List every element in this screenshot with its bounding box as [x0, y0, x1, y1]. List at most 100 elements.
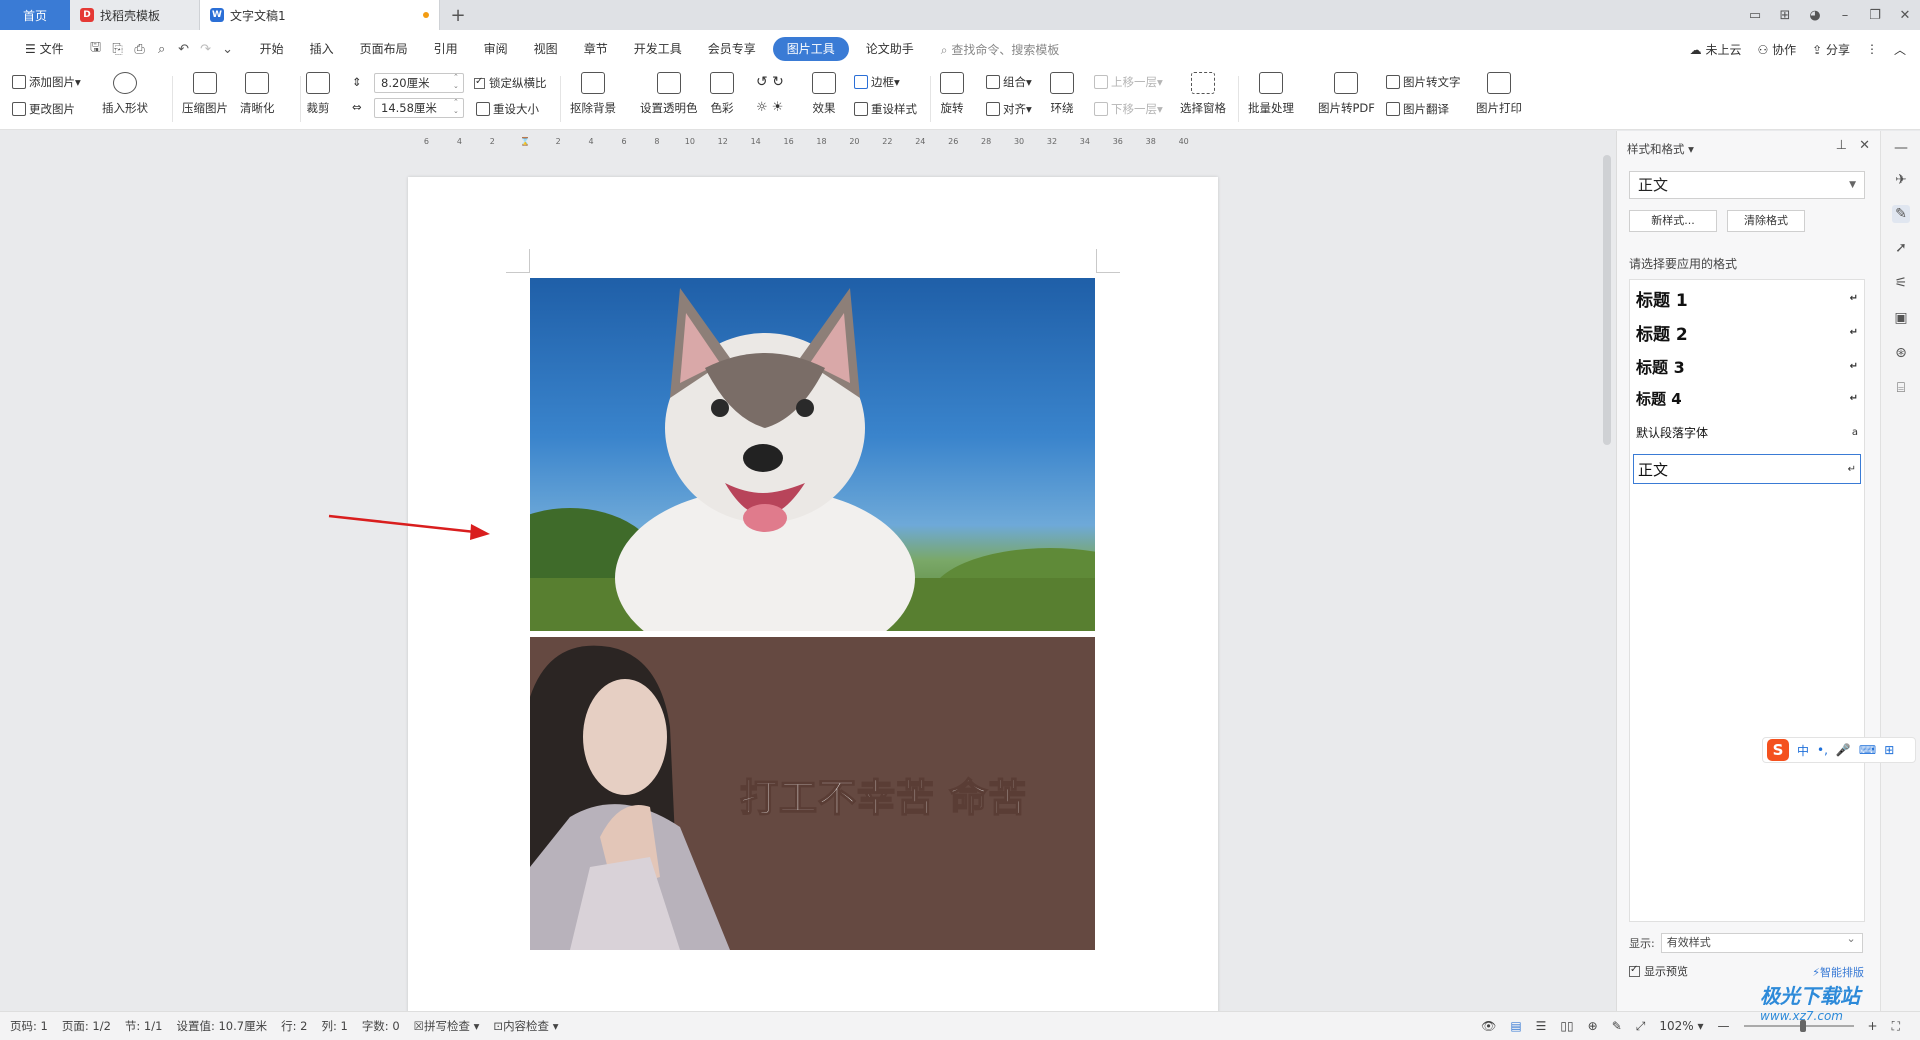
gallery-icon[interactable]: ▣: [1892, 309, 1910, 327]
close-window-button[interactable]: ✕: [1890, 8, 1920, 23]
compress-button[interactable]: 压缩图片: [182, 72, 228, 116]
style-heading-4[interactable]: 标题 4 ↵: [1636, 388, 1858, 409]
style-heading-1[interactable]: 标题 1 ↵: [1636, 286, 1858, 311]
bring-forward-button[interactable]: 上移一层 ▾: [1094, 74, 1163, 90]
share-button[interactable]: ⇪ 分享: [1812, 41, 1850, 58]
customize-chevron-icon[interactable]: ⌄: [217, 42, 239, 57]
export-pdf-icon[interactable]: ⎘: [107, 42, 129, 57]
to-text-button[interactable]: 图片转文字: [1386, 74, 1461, 90]
portrait-meme-image[interactable]: 打工不幸苦 命苦: [530, 637, 1095, 950]
batch-button[interactable]: 批量处理: [1248, 72, 1294, 116]
redo-icon[interactable]: ↷: [195, 42, 217, 57]
style-brush-icon[interactable]: ✎: [1892, 205, 1910, 223]
web-view-icon[interactable]: ⊕: [1588, 1019, 1598, 1033]
picture-print-button[interactable]: 图片打印: [1476, 72, 1522, 116]
select-cursor-icon[interactable]: ➚: [1892, 239, 1910, 257]
reset-style-button[interactable]: 重设样式: [854, 101, 917, 117]
zoom-in-button[interactable]: +: [1868, 1019, 1878, 1033]
show-select[interactable]: 有效样式: [1660, 930, 1863, 953]
menu-start[interactable]: 开始: [247, 37, 297, 61]
mic-icon[interactable]: 🎤: [1836, 743, 1851, 757]
status-setting[interactable]: 设置值: 10.7厘米: [176, 1018, 267, 1034]
scrollbar-thumb[interactable]: [1603, 155, 1611, 445]
ime-punct[interactable]: •,: [1817, 743, 1828, 757]
border-button[interactable]: 边框 ▾: [854, 74, 900, 90]
menu-view[interactable]: 视图: [521, 37, 571, 61]
menu-member[interactable]: 会员专享: [695, 37, 769, 61]
sharpen-button[interactable]: 清晰化: [240, 72, 275, 116]
status-page-code[interactable]: 页码: 1: [10, 1018, 48, 1034]
fit-page-icon[interactable]: ⤢: [1636, 1019, 1646, 1034]
compass-icon[interactable]: ⊛: [1892, 344, 1910, 362]
print-icon[interactable]: ⎙: [129, 42, 151, 57]
menu-page-layout[interactable]: 页面布局: [347, 37, 421, 61]
style-heading-2[interactable]: 标题 2 ↵: [1636, 320, 1858, 345]
new-style-button[interactable]: 新样式...: [1629, 210, 1717, 232]
cloud-status[interactable]: ☁ 未上云: [1690, 41, 1742, 58]
translate-button[interactable]: 图片翻译: [1386, 101, 1449, 117]
menu-picture-tools[interactable]: 图片工具: [772, 37, 849, 61]
husky-puppy-image[interactable]: [530, 278, 1095, 631]
restore-button[interactable]: ❐: [1860, 8, 1890, 23]
current-style-select[interactable]: 正文 ▼: [1629, 171, 1865, 199]
apps-grid-icon[interactable]: ⊞: [1770, 8, 1800, 23]
print-preview-icon[interactable]: ⌕: [151, 42, 173, 57]
status-row[interactable]: 行: 2: [281, 1018, 307, 1034]
horizontal-ruler[interactable]: 6 4 2 ⌛ 2 4 6 8 10 12 14 16 18 20 22 24 …: [410, 133, 1200, 149]
brightness-icon[interactable]: ☼ ☀: [756, 100, 783, 115]
status-section[interactable]: 节: 1/1: [125, 1018, 163, 1034]
to-pdf-button[interactable]: 图片转PDF: [1318, 72, 1375, 116]
menu-section[interactable]: 章节: [571, 37, 621, 61]
height-input[interactable]: 14.58厘米: [374, 98, 464, 118]
collapse-ribbon-icon[interactable]: ︿: [1894, 41, 1906, 58]
tab-document[interactable]: W 文字文稿1: [200, 0, 440, 30]
vertical-scrollbar[interactable]: [1601, 135, 1613, 1005]
wrap-button[interactable]: 环绕: [1050, 72, 1074, 116]
ruler-indent-marker[interactable]: ⌛: [509, 137, 542, 146]
style-heading-3[interactable]: 标题 3 ↵: [1636, 354, 1858, 378]
smart-layout-link[interactable]: ⚡智能排版: [1812, 964, 1864, 980]
crop-button[interactable]: 裁剪: [306, 72, 330, 116]
menu-references[interactable]: 引用: [421, 37, 471, 61]
show-preview-checkbox[interactable]: 显示预览: [1629, 963, 1688, 979]
menu-file[interactable]: ☰ 文件: [12, 37, 77, 61]
apps-icon[interactable]: ⊞: [1884, 743, 1894, 757]
minimize-button[interactable]: –: [1830, 8, 1860, 23]
panel-title[interactable]: 样式和格式 ▾: [1627, 141, 1694, 157]
change-picture-button[interactable]: 更改图片: [12, 101, 75, 117]
adjust-icon[interactable]: ⚟: [1892, 274, 1910, 292]
add-picture-button[interactable]: 添加图片 ▾: [12, 74, 81, 90]
style-default-font[interactable]: 默认段落字体 a: [1636, 424, 1858, 441]
panel-close-icon[interactable]: ✕: [1859, 138, 1870, 153]
remove-bg-button[interactable]: 抠除背景: [570, 72, 616, 116]
rotate-button[interactable]: 旋转: [940, 72, 964, 116]
set-transparent-button[interactable]: 设置透明色: [640, 72, 698, 116]
zoom-out-button[interactable]: —: [1718, 1019, 1730, 1033]
book-icon[interactable]: ⌸: [1892, 379, 1910, 397]
lock-ratio-checkbox[interactable]: 锁定纵横比: [474, 75, 547, 91]
new-tab-button[interactable]: +: [440, 0, 476, 30]
effects-button[interactable]: 效果: [812, 72, 836, 116]
menu-paper-assistant[interactable]: 论文助手: [853, 37, 927, 61]
group-button[interactable]: 组合 ▾: [986, 74, 1032, 90]
write-mode-icon[interactable]: ✎: [1612, 1019, 1622, 1033]
page-view-icon[interactable]: ▤: [1510, 1019, 1521, 1033]
menu-insert[interactable]: 插入: [297, 37, 347, 61]
style-body-text[interactable]: 正文 ↵: [1633, 454, 1861, 484]
undo-icon[interactable]: ↶: [173, 42, 195, 57]
send-backward-button[interactable]: 下移一层 ▾: [1094, 101, 1163, 117]
status-words[interactable]: 字数: 0: [362, 1018, 400, 1034]
zoom-level[interactable]: 102% ▾: [1659, 1019, 1703, 1033]
status-col[interactable]: 列: 1: [321, 1018, 347, 1034]
status-page[interactable]: 页面: 1/2: [62, 1018, 111, 1034]
clear-format-button[interactable]: 清除格式: [1727, 210, 1805, 232]
menu-review[interactable]: 审阅: [471, 37, 521, 61]
eye-protect-icon[interactable]: 👁: [1481, 1019, 1496, 1033]
keyboard-icon[interactable]: ⌨: [1859, 743, 1876, 757]
reset-size-button[interactable]: 重设大小: [476, 101, 539, 117]
align-button[interactable]: 对齐 ▾: [986, 101, 1032, 117]
ime-lang[interactable]: 中: [1797, 742, 1809, 759]
read-view-icon[interactable]: ▯▯: [1560, 1019, 1573, 1033]
pin-icon[interactable]: ⊥: [1836, 138, 1847, 153]
insert-shape-button[interactable]: 插入形状: [102, 72, 148, 116]
